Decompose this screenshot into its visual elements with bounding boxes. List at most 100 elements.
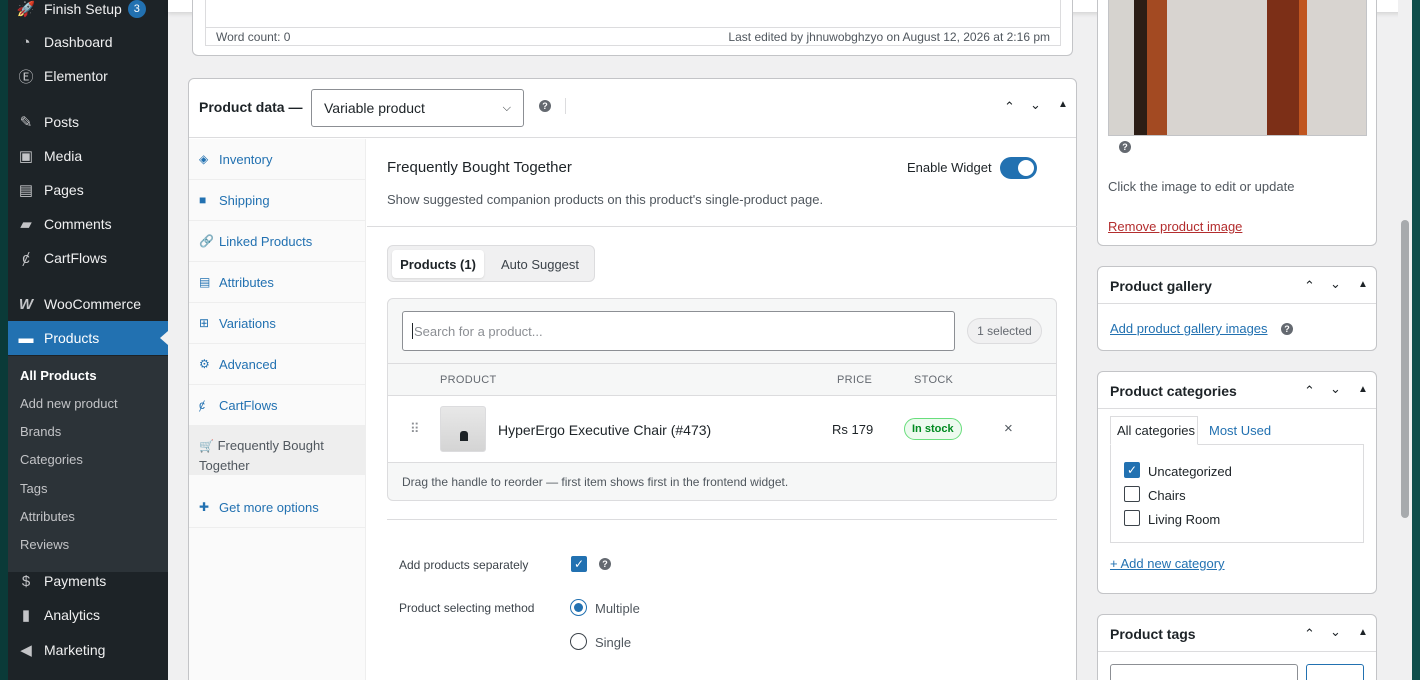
last-edited: Last edited by jhnuwobghzyo on August 12…	[728, 29, 1050, 44]
menu-payments[interactable]: $ Payments	[8, 564, 168, 598]
move-down-icon[interactable]: ⌄	[1030, 97, 1041, 113]
toggle-panel-icon[interactable]: ▲	[1058, 99, 1068, 110]
menu-posts[interactable]: ✎ Posts	[8, 105, 168, 139]
remove-image-link[interactable]: Remove product image	[1108, 219, 1242, 234]
tab-linked-products[interactable]: 🔗 Linked Products	[189, 221, 366, 262]
product-type-select[interactable]: Variable product ⌵	[311, 89, 524, 127]
fbt-segmented-tabs: Products (1) Auto Suggest	[387, 245, 595, 282]
menu-analytics[interactable]: ▮ Analytics	[8, 598, 168, 632]
tab-inventory[interactable]: ◈ Inventory	[189, 139, 366, 180]
tab-products[interactable]: Products (1)	[392, 250, 484, 278]
dollar-icon: $	[21, 572, 31, 590]
menu-marketing[interactable]: ◀ Marketing	[8, 633, 168, 667]
product-thumbnail	[440, 406, 486, 452]
reorder-hint: Drag the handle to reorder — first item …	[402, 475, 789, 489]
menu-dashboard[interactable]: ◔ Dashboard	[8, 25, 168, 59]
divider	[387, 519, 1057, 520]
category-checkbox-living-room[interactable]	[1124, 510, 1140, 526]
enable-widget-toggle[interactable]	[1000, 157, 1037, 179]
scrollbar-thumb[interactable]	[1401, 220, 1409, 518]
tab-shipping[interactable]: ■ Shipping	[189, 180, 366, 221]
menu-elementor[interactable]: Ⓔ Elementor	[8, 59, 168, 93]
category-label-chairs: Chairs	[1148, 488, 1186, 503]
col-product: PRODUCT	[440, 374, 497, 386]
category-checkbox-chairs[interactable]	[1124, 486, 1140, 502]
move-down-icon[interactable]: ⌄	[1330, 276, 1341, 292]
cart-icon: 🛒	[199, 439, 214, 453]
divider	[367, 226, 1077, 227]
tab-get-more-options[interactable]: ✚ Get more options	[189, 487, 366, 528]
close-icon[interactable]: ×	[1004, 420, 1013, 437]
help-icon[interactable]: ?	[539, 100, 551, 112]
menu-pages[interactable]: ▤ Pages	[8, 173, 168, 207]
add-category-link[interactable]: + Add new category	[1110, 556, 1225, 571]
product-search-input[interactable]: Search for a product...	[402, 311, 955, 351]
submenu-brands[interactable]: Brands	[20, 424, 61, 439]
product-image[interactable]	[1108, 0, 1367, 136]
help-icon[interactable]: ?	[1281, 323, 1293, 335]
tab-cartflows[interactable]: ȼ CartFlows	[189, 385, 366, 426]
tab-auto-suggest[interactable]: Auto Suggest	[488, 250, 592, 278]
product-data-header: Product data — Variable product ⌵ ? ⌃ ⌄ …	[189, 79, 1076, 138]
tab-frequently-bought-together[interactable]: 🛒 Frequently Bought Together	[189, 426, 366, 475]
categories-list: ✓ Uncategorized Chairs Living Room	[1110, 444, 1364, 543]
products-card: Search for a product... 1 selected PRODU…	[387, 298, 1057, 501]
gear-icon: ⚙	[199, 357, 210, 371]
toggle-panel-icon[interactable]: ▲	[1358, 627, 1368, 638]
rocket-icon: 🚀	[16, 1, 36, 18]
toggle-panel-icon[interactable]: ▲	[1358, 279, 1368, 290]
chevron-down-icon: ⌵	[502, 101, 511, 114]
move-up-icon[interactable]: ⌃	[1304, 278, 1315, 294]
add-tag-button[interactable]	[1306, 664, 1364, 680]
link-icon: 🔗	[199, 234, 214, 248]
fbt-heading: Frequently Bought Together	[387, 159, 572, 176]
tab-attributes[interactable]: ▤ Attributes	[189, 262, 366, 303]
submenu-add-new-product[interactable]: Add new product	[20, 396, 118, 411]
menu-media[interactable]: ▣ Media	[8, 139, 168, 173]
radio-multiple[interactable]	[570, 599, 587, 616]
desktop-edge	[1412, 0, 1420, 680]
menu-cartflows[interactable]: ȼ CartFlows	[8, 241, 168, 275]
help-icon[interactable]: ?	[1119, 141, 1131, 153]
woo-icon: W	[18, 295, 34, 313]
tab-most-used[interactable]: Most Used	[1209, 423, 1271, 438]
cartflows-icon: ȼ	[199, 398, 205, 412]
radio-single[interactable]	[570, 633, 587, 650]
product-categories-box: Product categories ⌃ ⌄ ▲ All categories …	[1097, 371, 1377, 594]
submenu-all-products[interactable]: All Products	[20, 368, 97, 383]
desktop-edge	[0, 0, 8, 680]
menu-finish-setup[interactable]: 🚀 Finish Setup 3	[8, 0, 168, 26]
category-checkbox-uncategorized[interactable]: ✓	[1124, 462, 1140, 478]
help-icon[interactable]: ?	[599, 558, 611, 570]
toggle-panel-icon[interactable]: ▲	[1358, 384, 1368, 395]
menu-woocommerce[interactable]: W WooCommerce	[8, 287, 168, 321]
add-separately-checkbox[interactable]: ✓	[571, 556, 587, 572]
tag-input[interactable]	[1110, 664, 1298, 680]
move-up-icon[interactable]: ⌃	[1304, 383, 1315, 399]
product-image-box: ? Click the image to edit or update Remo…	[1097, 0, 1377, 246]
product-name: HyperErgo Executive Chair (#473)	[498, 422, 712, 438]
tab-all-categories[interactable]: All categories	[1110, 416, 1198, 445]
submenu-reviews[interactable]: Reviews	[20, 537, 69, 552]
move-up-icon[interactable]: ⌃	[1004, 99, 1015, 115]
move-down-icon[interactable]: ⌄	[1330, 381, 1341, 397]
menu-comments[interactable]: ▰ Comments	[8, 207, 168, 241]
add-gallery-link[interactable]: Add product gallery images	[1110, 321, 1268, 336]
archive-icon: ▬	[18, 329, 34, 347]
selected-count-pill: 1 selected	[967, 318, 1042, 344]
category-label-uncategorized: Uncategorized	[1148, 464, 1232, 479]
move-down-icon[interactable]: ⌄	[1330, 624, 1341, 640]
submenu-categories[interactable]: Categories	[20, 452, 83, 467]
tab-variations[interactable]: ⊞ Variations	[189, 303, 366, 344]
move-up-icon[interactable]: ⌃	[1304, 626, 1315, 642]
menu-products[interactable]: ▬ Products	[8, 321, 168, 355]
product-tags-box: Product tags ⌃ ⌄ ▲	[1097, 614, 1377, 680]
comment-icon: ▰	[20, 216, 32, 233]
page-scrollbar[interactable]	[1398, 0, 1412, 680]
drag-handle-icon[interactable]: ⠿	[410, 421, 420, 437]
submenu-attributes[interactable]: Attributes	[20, 509, 75, 524]
word-count: Word count: 0	[216, 29, 291, 44]
radio-multiple-label: Multiple	[595, 601, 640, 616]
tab-advanced[interactable]: ⚙ Advanced	[189, 344, 366, 385]
submenu-tags[interactable]: Tags	[20, 481, 47, 496]
